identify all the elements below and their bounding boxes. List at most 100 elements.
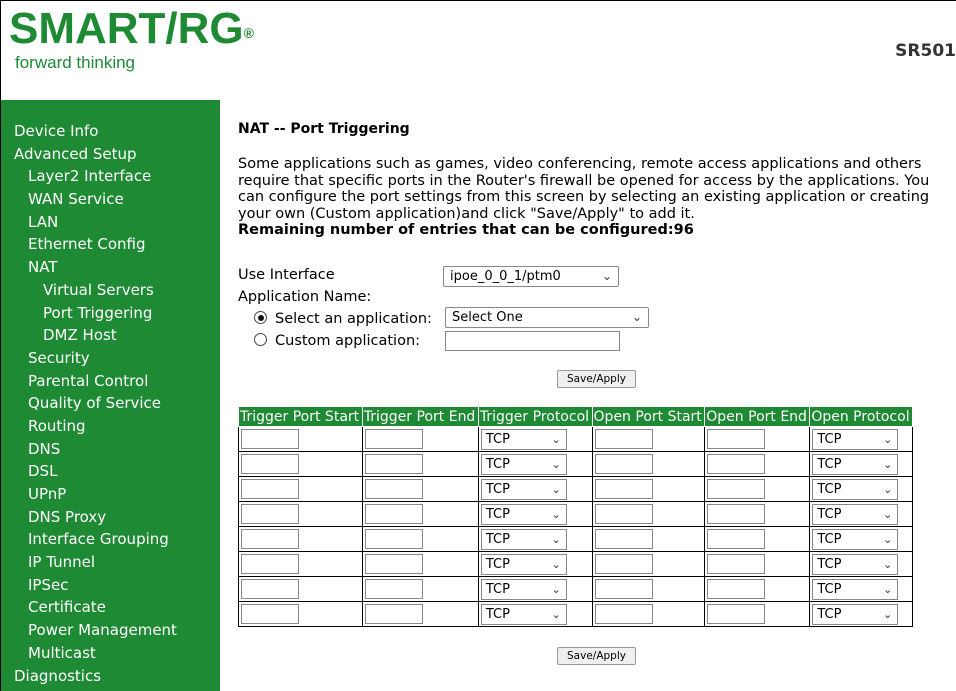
table-cell: [361, 601, 479, 627]
open-start-input[interactable]: [594, 504, 653, 524]
sidebar-item-wan-service[interactable]: WAN Service: [1, 188, 220, 211]
trigger-start-input[interactable]: [241, 479, 299, 499]
trigger-end-input[interactable]: [364, 454, 423, 474]
sidebar-item-quality-of-service[interactable]: Quality of Service: [1, 392, 220, 415]
page-title: NAT -- Port Triggering: [238, 121, 410, 137]
trigger-end-input[interactable]: [364, 429, 423, 449]
save-apply-button-top[interactable]: Save/Apply: [557, 370, 636, 388]
logo-text: SMART/RG: [9, 4, 244, 53]
custom-application-input[interactable]: [445, 331, 620, 351]
open-start-input[interactable]: [594, 454, 653, 474]
custom-application-radio[interactable]: [254, 333, 267, 346]
open-end-input[interactable]: [707, 454, 766, 474]
table-row: TCP ⌄ TCP ⌄: [238, 576, 913, 602]
sidebar-item-ethernet-config[interactable]: Ethernet Config: [1, 233, 220, 256]
logo: SMART/RG®: [9, 7, 254, 51]
sidebar-item-upnp[interactable]: UPnP: [1, 483, 220, 506]
application-select[interactable]: Select One ⌄: [445, 307, 649, 328]
trigger-protocol-select[interactable]: TCP ⌄: [480, 478, 567, 500]
sidebar-item-parental-control[interactable]: Parental Control: [1, 370, 220, 393]
trigger-protocol-value: TCP: [485, 556, 510, 572]
open-protocol-select[interactable]: TCP ⌄: [812, 603, 899, 625]
page-description: Some applications such as games, video c…: [238, 156, 930, 222]
trigger-end-input[interactable]: [364, 579, 423, 599]
open-protocol-select[interactable]: TCP ⌄: [812, 428, 899, 450]
use-interface-select[interactable]: ipoe_0_0_1/ptm0 ⌄: [443, 266, 619, 287]
sidebar-item-power-management[interactable]: Power Management: [1, 619, 220, 642]
open-protocol-select[interactable]: TCP ⌄: [812, 553, 899, 575]
trigger-end-input[interactable]: [364, 554, 423, 574]
sidebar-item-dns[interactable]: DNS: [1, 438, 220, 461]
sidebar-item-routing[interactable]: Routing: [1, 415, 220, 438]
sidebar-item-advanced-setup[interactable]: Advanced Setup: [1, 143, 220, 166]
trigger-protocol-select[interactable]: TCP ⌄: [480, 528, 567, 550]
trigger-protocol-select[interactable]: TCP ⌄: [480, 453, 567, 475]
sidebar-item-port-triggering[interactable]: Port Triggering: [1, 302, 220, 325]
sidebar-item-virtual-servers[interactable]: Virtual Servers: [1, 279, 220, 302]
sidebar-item-security[interactable]: Security: [1, 347, 220, 370]
trigger-end-input[interactable]: [364, 479, 423, 499]
sidebar-item-dsl[interactable]: DSL: [1, 460, 220, 483]
open-end-input[interactable]: [707, 504, 766, 524]
trigger-start-input[interactable]: [241, 579, 299, 599]
trigger-start-input[interactable]: [241, 554, 299, 574]
table-cell: [704, 576, 811, 602]
trigger-protocol-select[interactable]: TCP ⌄: [480, 578, 567, 600]
chevron-down-icon: ⌄: [601, 269, 612, 283]
open-protocol-select[interactable]: TCP ⌄: [812, 478, 899, 500]
trigger-protocol-select[interactable]: TCP ⌄: [480, 603, 567, 625]
sidebar-item-diagnostics[interactable]: Diagnostics: [1, 665, 220, 688]
open-protocol-select[interactable]: TCP ⌄: [812, 503, 899, 525]
open-end-input[interactable]: [707, 479, 766, 499]
open-protocol-select[interactable]: TCP ⌄: [812, 578, 899, 600]
sidebar-item-dmz-host[interactable]: DMZ Host: [1, 324, 220, 347]
sidebar-item-ip-tunnel[interactable]: IP Tunnel: [1, 551, 220, 574]
trigger-end-input[interactable]: [364, 604, 423, 624]
open-start-input[interactable]: [594, 579, 653, 599]
table-row: TCP ⌄ TCP ⌄: [238, 451, 913, 477]
open-end-input[interactable]: [707, 579, 766, 599]
column-header-trigger-protocol: Trigger Protocol: [477, 406, 593, 427]
sidebar-item-lan[interactable]: LAN: [1, 211, 220, 234]
sidebar-item-certificate[interactable]: Certificate: [1, 596, 220, 619]
open-protocol-select[interactable]: TCP ⌄: [812, 528, 899, 550]
chevron-down-icon: ⌄: [883, 507, 893, 521]
save-apply-button-bottom[interactable]: Save/Apply: [557, 647, 636, 665]
open-start-input[interactable]: [594, 554, 653, 574]
sidebar-item-interface-grouping[interactable]: Interface Grouping: [1, 528, 220, 551]
trigger-start-input[interactable]: [241, 429, 299, 449]
sidebar-item-nat[interactable]: NAT: [1, 256, 220, 279]
trigger-start-input[interactable]: [241, 454, 299, 474]
table-cell: TCP ⌄: [809, 601, 913, 627]
sidebar-item-dns-proxy[interactable]: DNS Proxy: [1, 506, 220, 529]
sidebar-item-ipsec[interactable]: IPSec: [1, 574, 220, 597]
trigger-start-input[interactable]: [241, 604, 299, 624]
open-protocol-select[interactable]: TCP ⌄: [812, 453, 899, 475]
open-start-input[interactable]: [594, 429, 653, 449]
open-start-input[interactable]: [594, 604, 653, 624]
open-end-input[interactable]: [707, 429, 766, 449]
table-cell: [361, 451, 479, 477]
model-name: SR501: [895, 41, 956, 61]
open-start-input[interactable]: [594, 529, 653, 549]
table-cell: [361, 576, 479, 602]
table-cell: [361, 526, 479, 552]
sidebar-item-device-info[interactable]: Device Info: [1, 120, 220, 143]
open-start-input[interactable]: [594, 479, 653, 499]
trigger-end-input[interactable]: [364, 529, 423, 549]
trigger-start-input[interactable]: [241, 529, 299, 549]
select-application-radio[interactable]: [254, 311, 267, 324]
trigger-start-input[interactable]: [241, 504, 299, 524]
remaining-entries: Remaining number of entries that can be …: [238, 222, 694, 238]
sidebar-item-multicast[interactable]: Multicast: [1, 642, 220, 665]
open-end-input[interactable]: [707, 554, 766, 574]
trigger-end-input[interactable]: [364, 504, 423, 524]
trigger-protocol-select[interactable]: TCP ⌄: [480, 428, 567, 450]
select-application-row: Select an application:: [254, 311, 432, 327]
table-cell: [704, 501, 811, 527]
trigger-protocol-select[interactable]: TCP ⌄: [480, 553, 567, 575]
open-end-input[interactable]: [707, 604, 766, 624]
open-end-input[interactable]: [707, 529, 766, 549]
sidebar-item-layer2-interface[interactable]: Layer2 Interface: [1, 165, 220, 188]
trigger-protocol-select[interactable]: TCP ⌄: [480, 503, 567, 525]
